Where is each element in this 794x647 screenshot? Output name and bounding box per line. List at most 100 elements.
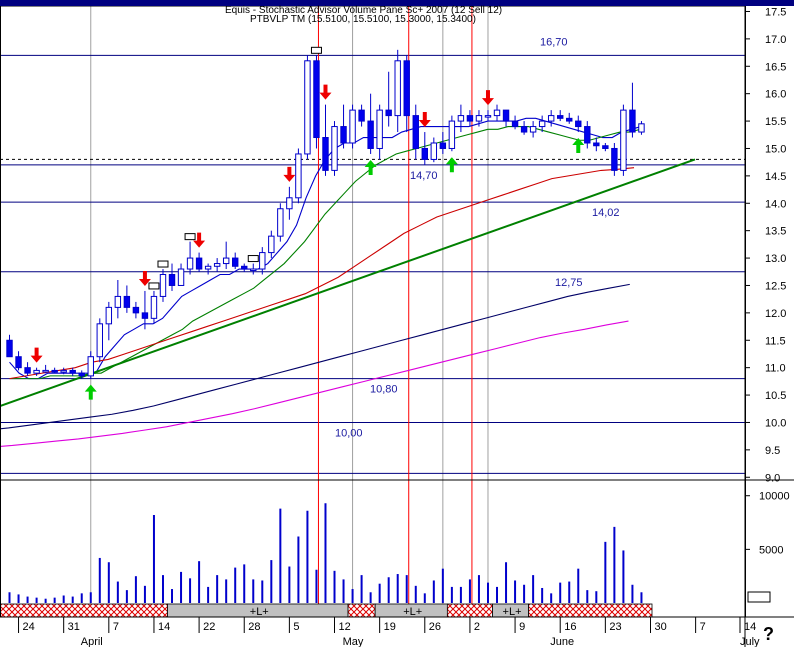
y-tick-label: 13.5 [765,226,786,238]
x-month-label: July [740,636,760,647]
candle-body [394,60,401,117]
volume-bars [8,503,643,603]
candle-body [502,109,510,122]
x-tick-label: 7 [700,621,706,633]
candle-body [376,109,383,149]
candle-body [484,115,492,118]
candle-body [24,367,31,374]
event-marker [157,260,169,268]
candle-body [529,126,537,133]
candle-body [60,369,67,373]
x-tick-label: 12 [339,621,351,633]
sell-arrow [30,347,43,363]
candle-body [33,369,40,374]
candle-body [159,274,167,297]
y-tick-label: 10.0 [765,417,786,429]
y-tick-label: 16.5 [765,61,786,73]
candle-body [213,263,221,267]
candle-body [304,60,311,155]
x-tick-label: 19 [384,621,396,633]
x-tick-label: 16 [564,621,576,633]
level-label: 14,02 [592,207,620,219]
y-tick-label: 11.5 [765,335,786,347]
signal-strip: +L+ +L+ +L+ [0,603,653,618]
candle-body [15,356,22,369]
y-tick-label: 10.5 [765,390,786,402]
sell-arrow [319,84,332,100]
candle-body [412,115,419,149]
candle-body [96,323,104,358]
candle-body [629,109,636,133]
grid-lines [90,6,489,617]
x-tick-label: 28 [248,621,260,633]
candle-body [105,306,113,325]
signal-segment [0,603,168,618]
stock-chart: 16,7014,7014,0212,7510,8010,00 +L+ +L+ +L+… [0,0,794,647]
x-tick-label: 30 [654,621,666,633]
candle-body [250,268,257,272]
candle-body [403,60,410,117]
level-label: 14,70 [410,170,438,182]
candle-body [349,109,356,144]
candle-body [557,115,564,119]
x-tick-label: 7 [113,621,119,633]
event-marker [247,255,259,263]
x-tick-label: 14 [744,621,756,633]
ma-long-navy-line [0,283,630,430]
y-tick-label: 14.5 [765,171,786,183]
y-tick-label: 11.0 [765,363,786,375]
candle-body [584,126,591,144]
candle-body [475,115,483,122]
candle-body [259,252,266,270]
x-tick-label: 22 [203,621,215,633]
candle-body [78,372,85,377]
volume-tick-label: 5000 [759,544,783,556]
candle-body [430,142,438,160]
candle-body [204,265,212,270]
y-tick-label: 14.0 [765,198,786,210]
candle-body [593,142,600,147]
candle-body [611,147,618,171]
candle-body [87,356,94,377]
candle-body [520,126,528,133]
level-label: 10,00 [335,427,363,439]
candle-body [538,120,546,128]
signal-segment [528,603,653,618]
candle-body [42,369,49,373]
candle-body [132,306,140,314]
sell-arrow [418,112,431,128]
level-label: 16,70 [540,36,568,48]
event-marker [310,46,322,54]
ma-long-magenta-line [0,320,629,447]
candle-body [69,369,76,374]
signal-label: +L+ [503,606,522,618]
x-month-label: June [550,636,574,647]
candle-body [602,145,609,149]
candle-body [457,115,465,122]
candle-body [638,123,645,133]
level-label: 10,80 [370,384,398,396]
x-tick-label: 26 [429,621,441,633]
candle-body [168,274,176,286]
candle-body [439,142,447,149]
help-icon[interactable]: ? [763,624,774,645]
volume-tick-label: 10000 [759,491,790,503]
signal-segment [446,603,493,618]
candle-body [566,117,573,122]
volume-unit-box [747,591,771,603]
x-tick-label: 5 [293,621,299,633]
candle-body [448,120,456,149]
candle-body [51,369,58,373]
sell-arrow [283,166,296,182]
signal-label: +L+ [403,606,422,618]
x-tick-label: 14 [158,621,170,633]
candle-body [6,339,13,358]
candle-body [322,137,329,171]
candle-body [575,120,582,128]
candle-body [620,109,627,171]
trend-line [0,158,696,407]
event-marker [148,282,160,290]
candle-body [141,312,149,319]
chart-frame [0,5,746,618]
candle-body [331,126,338,171]
